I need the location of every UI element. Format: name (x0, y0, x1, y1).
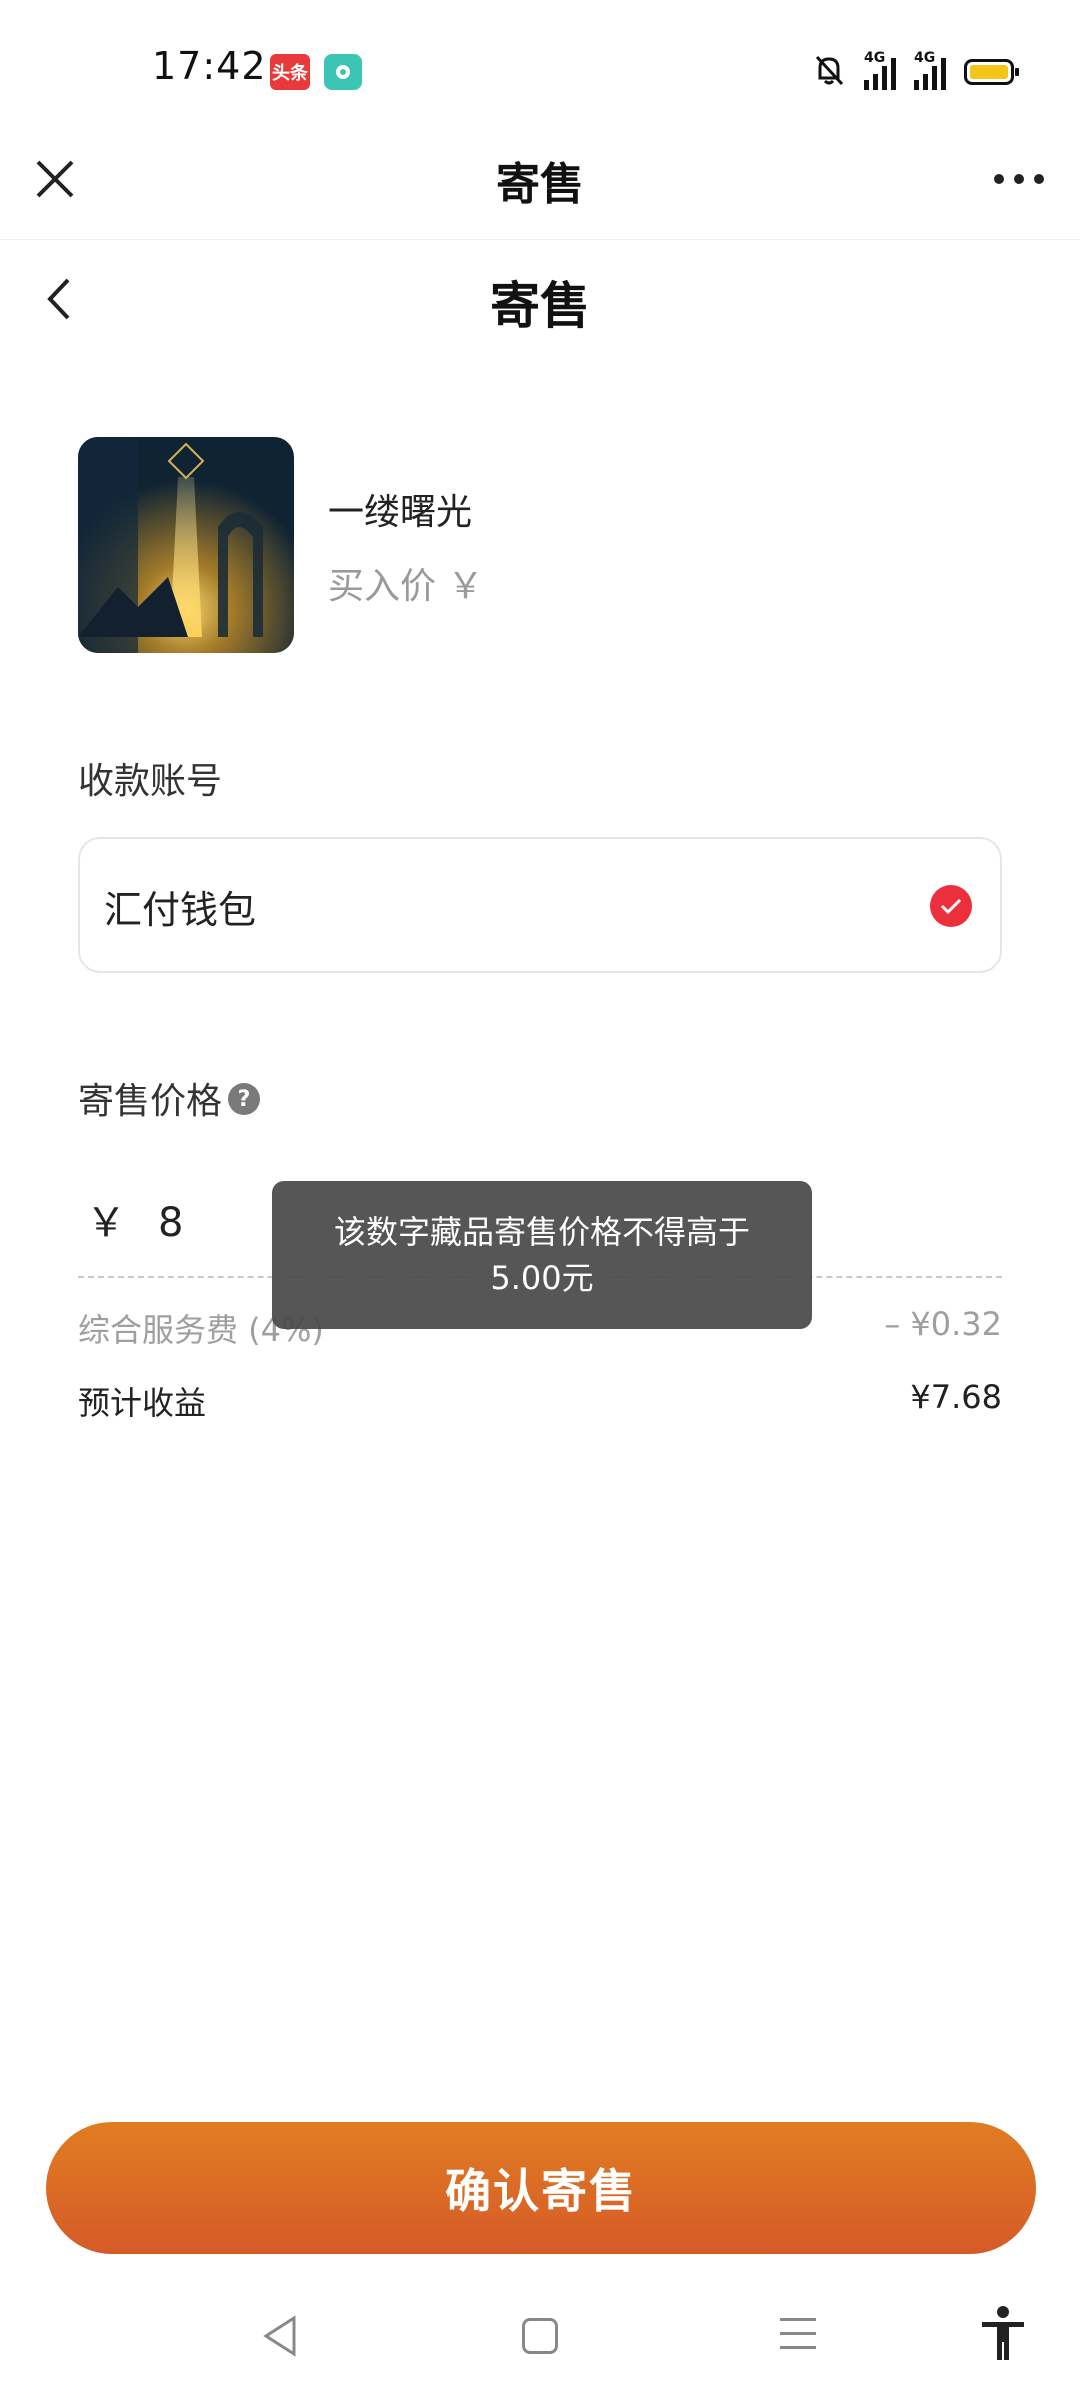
app-notification-icon (324, 54, 362, 90)
earnings-row: 预计收益 ¥7.68 (78, 1378, 1002, 1424)
status-time: 17:42 (152, 44, 267, 88)
signal-1-icon: 4G (864, 50, 896, 90)
more-icon[interactable] (994, 174, 1044, 184)
page-header: 寄售 (0, 240, 1080, 360)
help-icon[interactable]: ? (228, 1083, 261, 1115)
account-option[interactable]: 汇付钱包 (78, 837, 1002, 973)
product-buy-price: 买入价 ￥ (328, 566, 484, 607)
page-title: 寄售 (490, 277, 590, 335)
account-name: 汇付钱包 (104, 888, 257, 932)
error-toast: 该数字藏品寄售价格不得高于5.00元 (272, 1181, 812, 1329)
product-thumbnail (78, 437, 294, 653)
consignment-page: 17:42 头条 4G 4G 寄售 寄售 一缕曙光 买入价 ￥ 收款账号 汇付钱… (0, 0, 1080, 2400)
product-name: 一缕曙光 (328, 492, 473, 533)
status-icons: 4G 4G (812, 50, 1019, 92)
earnings-label: 预计收益 (78, 1384, 207, 1422)
product-card: 一缕曙光 买入价 ￥ (78, 437, 998, 655)
toutiao-app-icon: 头条 (270, 54, 310, 90)
earnings-value: ¥7.68 (910, 1378, 1002, 1416)
price-value: 8 (158, 1200, 184, 1246)
signal-2-icon: 4G (914, 50, 946, 90)
price-section: 寄售价格? (78, 1072, 261, 1124)
system-navigation-bar (0, 2290, 1080, 2400)
host-navbar: 寄售 (0, 140, 1080, 240)
battery-icon (964, 59, 1019, 85)
status-bar: 17:42 头条 4G 4G (0, 0, 1080, 140)
account-section-label: 收款账号 (78, 761, 223, 802)
host-title: 寄售 (496, 159, 584, 210)
mute-bell-icon (812, 52, 846, 92)
price-input[interactable]: ￥ 8 (86, 1190, 183, 1248)
accessibility-icon[interactable] (978, 2304, 1028, 2368)
service-fee-value: – ¥0.32 (884, 1305, 1002, 1343)
menu-icon[interactable] (780, 2318, 816, 2360)
square-home-icon[interactable] (522, 2318, 558, 2354)
triangle-back-icon[interactable] (260, 2314, 300, 2362)
check-icon (930, 885, 972, 927)
currency-symbol: ￥ (86, 1200, 126, 1246)
confirm-consign-button[interactable]: 确认寄售 (46, 2122, 1036, 2254)
price-section-label: 寄售价格 (78, 1081, 223, 1122)
